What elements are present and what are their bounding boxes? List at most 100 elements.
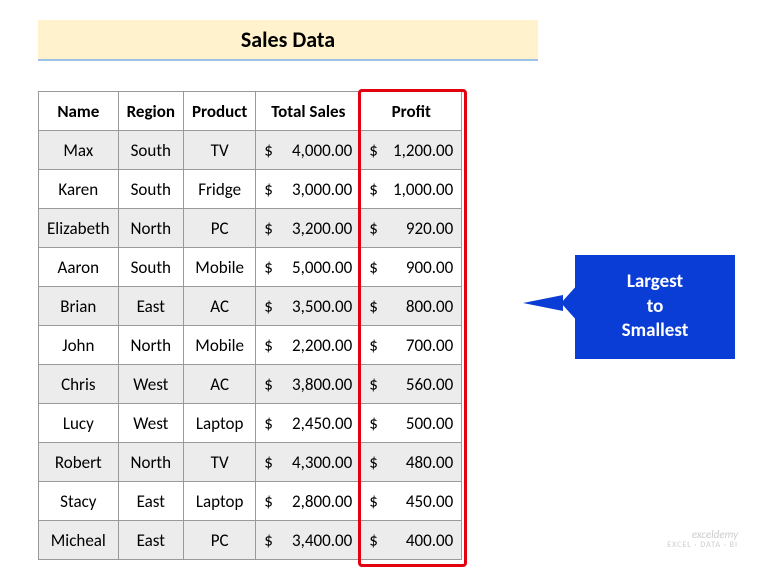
currency-value: $1,000.00 xyxy=(369,179,453,200)
table-row: LucyWestLaptop $2,450.00 $500.00 xyxy=(39,404,462,443)
callout-arrow-icon xyxy=(523,295,563,311)
cell-profit: $500.00 xyxy=(361,404,462,443)
currency-value: $2,200.00 xyxy=(264,335,352,356)
cell-region: North xyxy=(118,443,183,482)
col-region: Region xyxy=(118,92,183,131)
col-name: Name xyxy=(39,92,119,131)
currency-value: $400.00 xyxy=(369,530,453,551)
col-profit: Profit xyxy=(361,92,462,131)
cell-profit: $400.00 xyxy=(361,521,462,560)
table-row: ChrisWestAC $3,800.00 $560.00 xyxy=(39,365,462,404)
cell-total-sales: $4,300.00 xyxy=(256,443,361,482)
currency-value: $560.00 xyxy=(369,374,453,395)
currency-value: $4,000.00 xyxy=(264,140,352,161)
cell-profit: $700.00 xyxy=(361,326,462,365)
cell-region: West xyxy=(118,404,183,443)
cell-product: AC xyxy=(184,287,256,326)
cell-total-sales: $2,800.00 xyxy=(256,482,361,521)
cell-product: PC xyxy=(184,209,256,248)
cell-region: South xyxy=(118,248,183,287)
cell-region: East xyxy=(118,482,183,521)
cell-product: PC xyxy=(184,521,256,560)
currency-value: $3,500.00 xyxy=(264,296,352,317)
table-row: KarenSouthFridge $3,000.00 $1,000.00 xyxy=(39,170,462,209)
table-row: AaronSouthMobile $5,000.00 $900.00 xyxy=(39,248,462,287)
cell-product: TV xyxy=(184,443,256,482)
cell-profit: $900.00 xyxy=(361,248,462,287)
callout-line: Smallest xyxy=(590,319,720,344)
cell-region: North xyxy=(118,326,183,365)
callout-line: Largest xyxy=(590,270,720,295)
currency-value: $800.00 xyxy=(369,296,453,317)
cell-profit: $1,200.00 xyxy=(361,131,462,170)
cell-region: South xyxy=(118,170,183,209)
cell-name: Chris xyxy=(39,365,119,404)
sales-table: Name Region Product Total Sales Profit M… xyxy=(38,91,462,560)
watermark: exceldemy EXCEL · DATA · BI xyxy=(667,529,738,550)
callout-line: to xyxy=(590,295,720,320)
cell-region: West xyxy=(118,365,183,404)
currency-value: $920.00 xyxy=(369,218,453,239)
callout: Largest to Smallest xyxy=(575,255,735,359)
cell-name: John xyxy=(39,326,119,365)
cell-region: South xyxy=(118,131,183,170)
cell-profit: $1,000.00 xyxy=(361,170,462,209)
currency-value: $900.00 xyxy=(369,257,453,278)
cell-product: Mobile xyxy=(184,248,256,287)
col-total-sales: Total Sales xyxy=(256,92,361,131)
header-row: Name Region Product Total Sales Profit xyxy=(39,92,462,131)
table-row: MichealEastPC $3,400.00 $400.00 xyxy=(39,521,462,560)
cell-product: Fridge xyxy=(184,170,256,209)
cell-total-sales: $3,200.00 xyxy=(256,209,361,248)
col-product: Product xyxy=(184,92,256,131)
callout-box: Largest to Smallest xyxy=(575,255,735,359)
cell-total-sales: $4,000.00 xyxy=(256,131,361,170)
cell-name: Stacy xyxy=(39,482,119,521)
cell-name: Micheal xyxy=(39,521,119,560)
currency-value: $5,000.00 xyxy=(264,257,352,278)
cell-profit: $560.00 xyxy=(361,365,462,404)
cell-name: Max xyxy=(39,131,119,170)
cell-product: AC xyxy=(184,365,256,404)
cell-profit: $800.00 xyxy=(361,287,462,326)
callout-arrow-icon xyxy=(561,283,579,323)
cell-name: Robert xyxy=(39,443,119,482)
cell-total-sales: $3,400.00 xyxy=(256,521,361,560)
currency-value: $3,000.00 xyxy=(264,179,352,200)
cell-region: East xyxy=(118,521,183,560)
table-container: Name Region Product Total Sales Profit M… xyxy=(38,91,462,560)
cell-product: Laptop xyxy=(184,404,256,443)
cell-total-sales: $3,500.00 xyxy=(256,287,361,326)
cell-total-sales: $3,000.00 xyxy=(256,170,361,209)
currency-value: $2,450.00 xyxy=(264,413,352,434)
cell-product: TV xyxy=(184,131,256,170)
currency-value: $450.00 xyxy=(369,491,453,512)
cell-name: Elizabeth xyxy=(39,209,119,248)
currency-value: $3,800.00 xyxy=(264,374,352,395)
currency-value: $4,300.00 xyxy=(264,452,352,473)
currency-value: $3,400.00 xyxy=(264,530,352,551)
cell-region: East xyxy=(118,287,183,326)
cell-profit: $450.00 xyxy=(361,482,462,521)
cell-total-sales: $2,450.00 xyxy=(256,404,361,443)
cell-total-sales: $2,200.00 xyxy=(256,326,361,365)
cell-name: Brian xyxy=(39,287,119,326)
cell-product: Laptop xyxy=(184,482,256,521)
cell-product: Mobile xyxy=(184,326,256,365)
cell-name: Lucy xyxy=(39,404,119,443)
table-row: ElizabethNorthPC $3,200.00 $920.00 xyxy=(39,209,462,248)
cell-name: Aaron xyxy=(39,248,119,287)
table-row: BrianEastAC $3,500.00 $800.00 xyxy=(39,287,462,326)
table-row: JohnNorthMobile $2,200.00 $700.00 xyxy=(39,326,462,365)
currency-value: $700.00 xyxy=(369,335,453,356)
cell-profit: $920.00 xyxy=(361,209,462,248)
table-row: MaxSouthTV $4,000.00 $1,200.00 xyxy=(39,131,462,170)
currency-value: $2,800.00 xyxy=(264,491,352,512)
page-title: Sales Data xyxy=(38,20,538,61)
currency-value: $1,200.00 xyxy=(369,140,453,161)
currency-value: $480.00 xyxy=(369,452,453,473)
cell-region: North xyxy=(118,209,183,248)
currency-value: $3,200.00 xyxy=(264,218,352,239)
cell-name: Karen xyxy=(39,170,119,209)
cell-total-sales: $3,800.00 xyxy=(256,365,361,404)
